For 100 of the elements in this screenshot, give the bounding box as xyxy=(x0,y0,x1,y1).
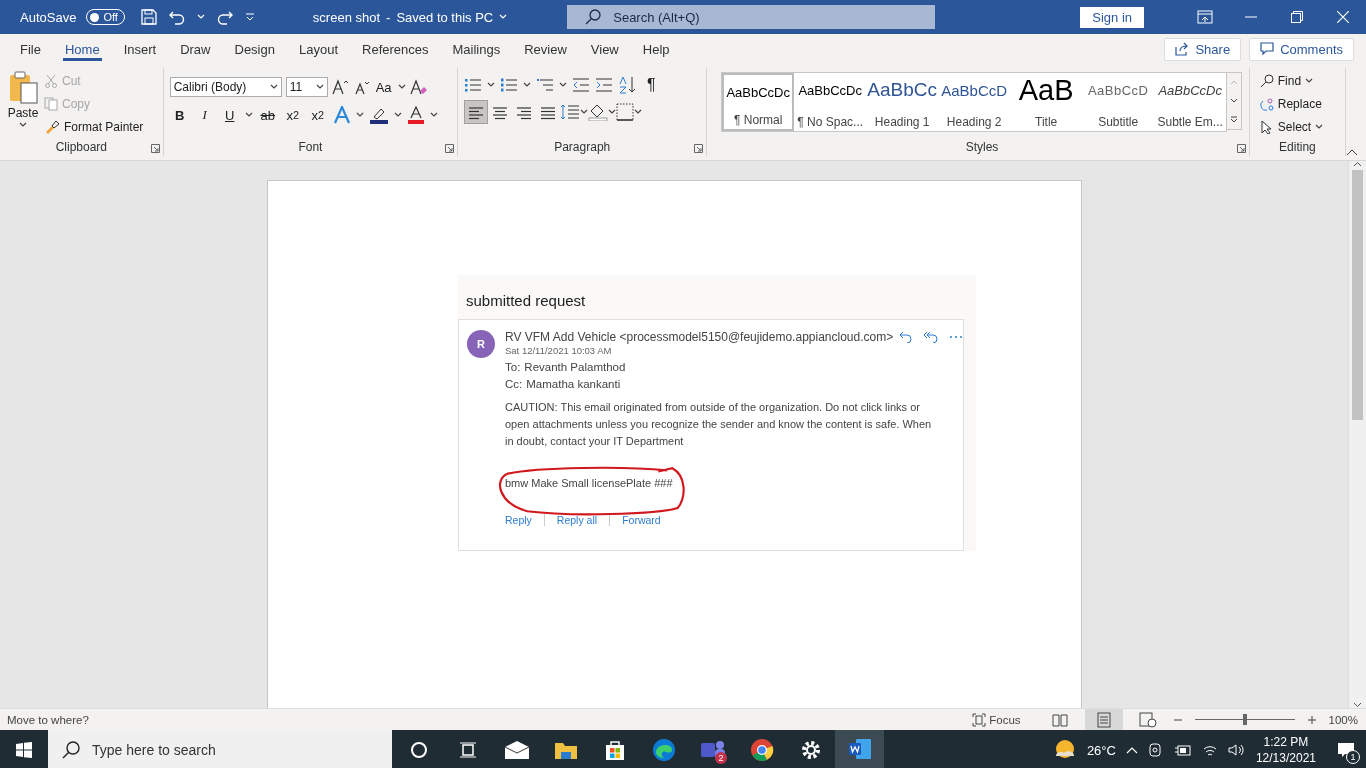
speaker-icon[interactable] xyxy=(1227,743,1246,757)
style-option[interactable]: AaBbCcD Subtitle xyxy=(1082,73,1155,131)
numbering-icon[interactable] xyxy=(500,77,519,93)
caret-icon[interactable] xyxy=(355,112,364,118)
scroll-up-icon[interactable] xyxy=(1353,161,1362,167)
shrink-font-icon[interactable] xyxy=(353,79,370,95)
style-option[interactable]: AaB Title xyxy=(1010,73,1083,131)
caret-icon[interactable] xyxy=(393,112,402,118)
taskbar-search-field[interactable]: Type here to search xyxy=(48,730,392,768)
undo-icon[interactable] xyxy=(168,9,185,25)
scroll-down-icon[interactable] xyxy=(1353,702,1362,708)
caret-icon[interactable] xyxy=(244,112,253,118)
menu-tab[interactable]: File xyxy=(8,34,53,64)
email-action-link[interactable]: Reply all xyxy=(543,514,610,526)
sort-icon[interactable] xyxy=(618,76,637,94)
ribbon-display-icon[interactable] xyxy=(1197,10,1213,24)
borders-icon[interactable] xyxy=(616,103,635,121)
clock-date[interactable]: 12/13/2021 xyxy=(1255,750,1316,766)
comments-button[interactable]: Comments xyxy=(1249,37,1354,61)
cortana-circle-icon[interactable] xyxy=(408,740,429,760)
scroll-down-icon[interactable] xyxy=(1230,98,1239,104)
show-formatting-marks-button[interactable]: ¶ xyxy=(641,74,662,96)
menu-tab[interactable]: Home xyxy=(52,34,112,64)
caret-icon[interactable] xyxy=(608,109,617,115)
menu-tab[interactable]: References xyxy=(350,34,441,64)
document-app-icon[interactable] xyxy=(847,738,872,760)
caret-icon[interactable] xyxy=(634,109,643,115)
highlighter-icon[interactable] xyxy=(368,106,389,124)
change-case-button[interactable]: Aa xyxy=(373,76,394,98)
paint-bucket-icon[interactable] xyxy=(588,103,609,121)
launcher-icon[interactable] xyxy=(1236,144,1246,153)
focus-button[interactable]: Focus xyxy=(972,712,1021,727)
font-color-icon[interactable] xyxy=(406,106,425,124)
close-icon[interactable] xyxy=(1337,11,1349,23)
zoom-in-icon[interactable] xyxy=(1306,714,1317,725)
menu-tab[interactable]: Help xyxy=(630,34,682,64)
caret-icon[interactable] xyxy=(1315,124,1324,130)
style-option[interactable]: AaBbCcDc ¶ Normal xyxy=(722,73,795,131)
style-option[interactable]: AaBbCcD Heading 2 xyxy=(938,73,1011,131)
clear-formatting-icon[interactable] xyxy=(409,79,428,95)
restore-icon[interactable] xyxy=(1291,11,1303,23)
bullets-icon[interactable] xyxy=(464,77,483,93)
replace-button[interactable]: Replace xyxy=(1259,93,1339,115)
caret-icon[interactable] xyxy=(523,82,532,88)
bold-button[interactable]: B xyxy=(169,104,190,126)
launcher-icon[interactable] xyxy=(150,144,160,153)
find-button[interactable]: Find xyxy=(1259,70,1339,92)
italic-button[interactable]: I xyxy=(194,104,215,126)
align-left-button[interactable] xyxy=(464,100,489,124)
envelope-icon[interactable] xyxy=(503,740,530,760)
underline-button[interactable]: U xyxy=(219,104,240,126)
clock-time[interactable]: 1:22 PM xyxy=(1263,734,1309,750)
redo-icon[interactable] xyxy=(216,9,233,25)
book-icon[interactable] xyxy=(1051,712,1068,727)
windows-logo-icon[interactable] xyxy=(16,742,32,758)
menu-tab[interactable]: Draw xyxy=(168,34,223,64)
wifi-icon[interactable] xyxy=(1201,743,1218,757)
font-size-field[interactable]: 11 xyxy=(285,77,328,97)
caret-icon[interactable] xyxy=(580,109,589,115)
customize-caret-icon[interactable] xyxy=(244,12,255,22)
reply-icon[interactable] xyxy=(899,331,914,343)
show-hidden-icons-icon[interactable] xyxy=(1125,746,1138,754)
increase-indent-icon[interactable] xyxy=(595,77,614,93)
zoom-level[interactable]: 100% xyxy=(1328,713,1358,726)
caret-icon[interactable] xyxy=(397,84,406,90)
menu-tab[interactable]: Review xyxy=(512,34,579,64)
save-status[interactable]: Saved to this PC xyxy=(396,9,494,25)
format-painter-button[interactable]: Format Painter xyxy=(44,116,144,138)
font-name-field[interactable]: Calibri (Body) xyxy=(169,77,282,97)
caret-icon[interactable] xyxy=(429,112,438,118)
style-option[interactable]: AaBbCcDc ¶ No Spac... xyxy=(794,73,867,131)
menu-tab[interactable]: Layout xyxy=(286,34,350,64)
style-option[interactable]: AaBbCcDc Subtle Em... xyxy=(1154,73,1227,131)
email-action-link[interactable]: Forward xyxy=(609,514,673,526)
caret-icon[interactable] xyxy=(1305,78,1314,84)
edge-browser-icon[interactable] xyxy=(651,738,676,762)
view-button[interactable] xyxy=(1084,709,1123,730)
multilevel-list-icon[interactable] xyxy=(536,77,555,93)
strikethrough-button[interactable]: ab xyxy=(257,104,278,126)
task-view-icon[interactable] xyxy=(457,740,478,760)
email-action-link[interactable]: Reply xyxy=(505,514,544,526)
share-button[interactable]: Share xyxy=(1164,37,1242,61)
zoom-slider-thumb[interactable] xyxy=(1242,714,1247,725)
camera-icon[interactable] xyxy=(1147,742,1164,758)
grow-font-icon[interactable] xyxy=(331,79,350,95)
menu-tab[interactable]: Design xyxy=(222,34,287,64)
paste-button[interactable]: Paste xyxy=(6,70,40,138)
web-page-icon[interactable] xyxy=(1138,711,1157,728)
scrollbar-thumb[interactable] xyxy=(1352,170,1363,420)
sign-in-button[interactable]: Sign in xyxy=(1080,6,1144,28)
launcher-icon[interactable] xyxy=(445,144,455,153)
menu-tab[interactable]: View xyxy=(578,34,631,64)
menu-tab[interactable]: Insert xyxy=(111,34,169,64)
more-styles-icon[interactable] xyxy=(1230,115,1239,124)
caret-icon[interactable] xyxy=(19,122,27,128)
launcher-icon[interactable] xyxy=(694,144,704,153)
caret-icon[interactable] xyxy=(315,84,324,90)
reply-all-icon[interactable] xyxy=(923,331,940,343)
folder-icon[interactable] xyxy=(553,740,578,760)
taskbar-app[interactable]: 2 xyxy=(688,730,737,768)
